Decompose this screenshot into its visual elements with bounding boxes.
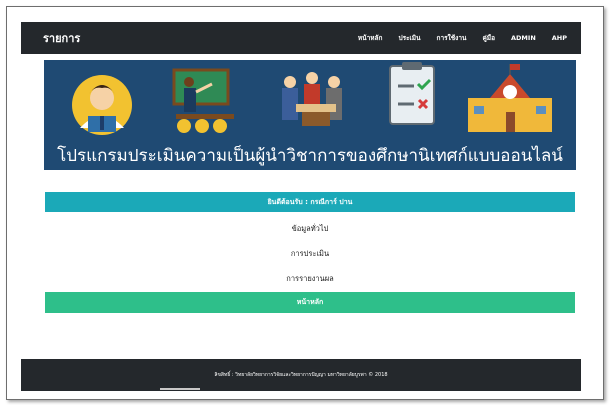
nav-item-usage[interactable]: การใช้งาน <box>437 33 467 43</box>
footer-copyright: ลิขสิทธิ์ : วิทยาลัยวิทยาการวิจัยและวิทย… <box>214 372 388 378</box>
header-banner: โปรแกรมประเมินความเป็นผู้นำวิชาการของศึก… <box>44 60 576 170</box>
nav-item-evaluate[interactable]: ประเมิน <box>398 33 420 43</box>
checklist-icon <box>389 62 435 125</box>
home-button[interactable]: หน้าหลัก <box>45 292 575 313</box>
menu-link-general-info[interactable]: ข้อมูลทั่วไป <box>45 223 575 235</box>
horizontal-scrollbar[interactable] <box>160 388 200 390</box>
nav-menu: หน้าหลัก ประเมิน การใช้งาน คู่มือ ADMIN … <box>358 33 567 43</box>
teacher-board-icon <box>172 68 234 133</box>
top-navbar: รายการ หน้าหลัก ประเมิน การใช้งาน คู่มือ… <box>21 22 581 54</box>
nav-item-manual[interactable]: คู่มือ <box>482 33 495 43</box>
page-footer: ลิขสิทธิ์ : วิทยาลัยวิทยาการวิจัยและวิทย… <box>21 359 581 391</box>
nav-item-admin[interactable]: ADMIN <box>511 34 536 42</box>
welcome-bar: ยินดีต้อนรับ : กรณีการ์ ปาน <box>45 192 575 212</box>
school-building-icon <box>468 64 552 132</box>
banner-illustration <box>72 62 552 135</box>
menu-link-evaluate[interactable]: การประเมิน <box>45 248 575 260</box>
banner-title: โปรแกรมประเมินความเป็นผู้นำวิชาการของศึก… <box>57 146 563 166</box>
navbar-brand[interactable]: รายการ <box>43 29 80 47</box>
nav-item-home[interactable]: หน้าหลัก <box>358 33 383 43</box>
nav-item-ahp[interactable]: AHP <box>552 34 567 42</box>
welcome-text: ยินดีต้อนรับ : กรณีการ์ ปาน <box>267 197 353 206</box>
menu-link-report[interactable]: การรายงานผล <box>45 273 575 285</box>
business-people-icon <box>282 72 342 126</box>
student-avatar-icon <box>72 75 132 135</box>
